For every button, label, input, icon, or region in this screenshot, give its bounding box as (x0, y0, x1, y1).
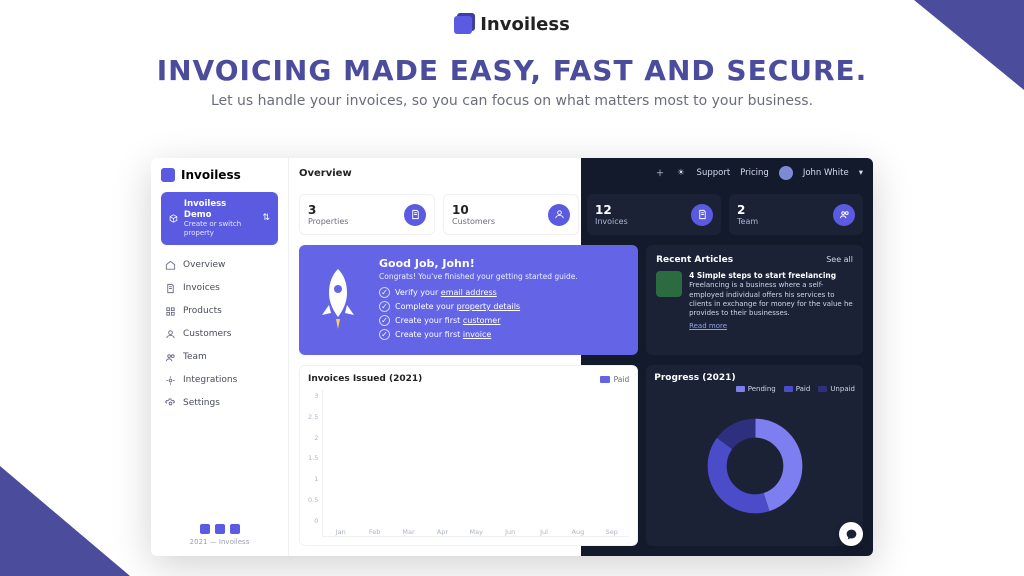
stat-properties[interactable]: 3Properties (299, 194, 435, 235)
progress-legend: Pending Paid Unpaid (654, 385, 855, 393)
copyright: 2021 — Invoiless (190, 538, 250, 546)
legend-paid: Paid (784, 385, 811, 393)
sidebar-item-invoices[interactable]: Invoices (161, 278, 278, 299)
stat-invoices[interactable]: 12Invoices (587, 194, 721, 235)
bar-Feb: Feb (361, 525, 388, 536)
donut-chart (654, 393, 855, 538)
progress-card: Progress (2021) Pending Paid Unpaid (646, 365, 863, 546)
welcome-tasks: Verify your email address Complete your p… (379, 287, 578, 340)
stat-badge-icon (404, 204, 426, 226)
bar-Apr: Apr (429, 525, 456, 536)
cube-icon (169, 213, 178, 224)
stat-badge-icon (691, 204, 713, 226)
chevron-down-icon[interactable]: ▾ (859, 168, 863, 178)
legend-swatch (600, 376, 610, 383)
decor-triangle-top (914, 0, 1024, 90)
chevron-updown-icon: ⇅ (262, 213, 270, 224)
pricing-link[interactable]: Pricing (740, 168, 769, 178)
decor-triangle-bottom (0, 466, 130, 576)
sidebar: Invoiless Invoiless Demo Create or switc… (151, 158, 289, 556)
page-title: Overview (299, 168, 352, 179)
bar-Jun: Jun (497, 525, 524, 536)
articles-heading: Recent Articles (656, 255, 733, 265)
sidebar-nav: OverviewInvoicesProductsCustomersTeamInt… (161, 255, 278, 414)
sidebar-brand: Invoiless (161, 168, 278, 182)
hero-headline: INVOICING MADE EASY, FAST AND SECURE. (0, 54, 1024, 87)
article-thumbnail (656, 271, 682, 297)
stat-badge-icon (833, 204, 855, 226)
sidebar-item-settings[interactable]: Settings (161, 393, 278, 414)
sidebar-brand-text: Invoiless (181, 168, 241, 182)
linkedin-icon[interactable] (230, 524, 240, 534)
nav-icon (165, 329, 176, 340)
read-more-link[interactable]: Read more (689, 322, 727, 331)
logo-icon (161, 168, 175, 182)
chat-icon (845, 528, 858, 541)
welcome-subtitle: Congrats! You've finished your getting s… (379, 272, 578, 281)
welcome-title: Good Job, John! (379, 257, 578, 270)
app-window: Invoiless Invoiless Demo Create or switc… (151, 158, 873, 556)
theme-toggle-icon[interactable]: ☀ (676, 168, 687, 179)
bar-May: May (463, 525, 490, 536)
property-subtitle: Create or switch property (184, 220, 257, 238)
article-excerpt: Freelancing is a business where a self-e… (689, 281, 853, 319)
stat-customers[interactable]: 10Customers (443, 194, 579, 235)
nav-icon (165, 375, 176, 386)
twitter-icon[interactable] (200, 524, 210, 534)
bar-Jul: Jul (531, 525, 558, 536)
chart-legend: Paid (600, 375, 630, 384)
nav-icon (165, 283, 176, 294)
sidebar-item-overview[interactable]: Overview (161, 255, 278, 276)
stats-row: 3Properties10Customers12Invoices2Team (289, 188, 873, 241)
stat-badge-icon (548, 204, 570, 226)
nav-icon (165, 260, 176, 271)
sidebar-footer: 2021 — Invoiless (161, 524, 278, 546)
avatar[interactable] (779, 166, 793, 180)
hero-subhead: Let us handle your invoices, so you can … (0, 93, 1024, 109)
hero-brand-text: Invoiless (480, 14, 570, 35)
bar-plot: Jan Feb Mar Apr May Jun Jul Aug Sep (322, 390, 629, 537)
user-name[interactable]: John White (803, 168, 849, 178)
hero-brand: Invoiless (454, 14, 570, 35)
task-item[interactable]: Create your first customer (379, 315, 578, 326)
main-area: Overview ＋ ☀ Support Pricing John White … (289, 158, 873, 556)
support-link[interactable]: Support (697, 168, 731, 178)
progress-title: Progress (2021) (654, 373, 855, 383)
legend-unpaid: Unpaid (818, 385, 855, 393)
chart-title: Invoices Issued (2021) (308, 374, 422, 384)
legend-pending: Pending (736, 385, 776, 393)
sidebar-item-team[interactable]: Team (161, 347, 278, 368)
welcome-card: Good Job, John! Congrats! You've finishe… (299, 245, 638, 355)
task-item[interactable]: Verify your email address (379, 287, 578, 298)
bar-Aug: Aug (564, 525, 591, 536)
facebook-icon[interactable] (215, 524, 225, 534)
bar-Mar: Mar (395, 525, 422, 536)
nav-icon (165, 306, 176, 317)
article-title[interactable]: 4 Simple steps to start freelancing (689, 271, 853, 281)
invoices-chart-card: Invoices Issued (2021) Paid 32.521.510.5… (299, 365, 638, 546)
nav-icon (165, 352, 176, 363)
property-title: Invoiless Demo (184, 199, 257, 220)
logo-icon (454, 16, 472, 34)
sidebar-item-integrations[interactable]: Integrations (161, 370, 278, 391)
articles-card: Recent Articles See all 4 Simple steps t… (646, 245, 863, 355)
nav-icon (165, 398, 176, 409)
chat-button[interactable] (839, 522, 863, 546)
plus-icon[interactable]: ＋ (655, 168, 666, 179)
sidebar-item-products[interactable]: Products (161, 301, 278, 322)
task-item[interactable]: Create your first invoice (379, 329, 578, 340)
see-all-link[interactable]: See all (826, 255, 853, 265)
bar-Sep: Sep (598, 525, 625, 536)
sidebar-item-customers[interactable]: Customers (161, 324, 278, 345)
topbar: Overview ＋ ☀ Support Pricing John White … (289, 158, 873, 188)
task-item[interactable]: Complete your property details (379, 301, 578, 312)
bar-Jan: Jan (327, 525, 354, 536)
property-switcher[interactable]: Invoiless Demo Create or switch property… (161, 192, 278, 245)
stat-team[interactable]: 2Team (729, 194, 863, 235)
y-axis: 32.521.510.50 (308, 390, 322, 537)
rocket-icon (311, 257, 365, 343)
